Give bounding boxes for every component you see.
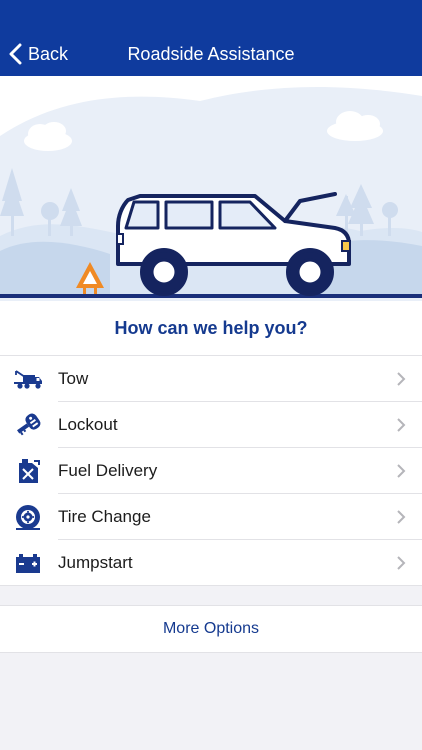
assistance-options-card: How can we help you? Tow Lockout Fuel De… (0, 301, 422, 586)
fuel-can-icon (12, 455, 44, 487)
option-lockout[interactable]: Lockout (0, 402, 422, 448)
tow-truck-icon (12, 363, 44, 395)
option-tire-change[interactable]: Tire Change (0, 494, 422, 540)
car-breakdown-illustration (0, 86, 422, 301)
chevron-right-icon (397, 372, 406, 386)
chevron-right-icon (397, 556, 406, 570)
chevron-right-icon (397, 418, 406, 432)
option-label: Tow (58, 369, 89, 388)
option-jumpstart[interactable]: Jumpstart (0, 540, 422, 586)
tire-icon (12, 501, 44, 533)
option-fuel-delivery[interactable]: Fuel Delivery (0, 448, 422, 494)
chevron-right-icon (397, 464, 406, 478)
navigation-bar: Back Roadside Assistance (0, 0, 422, 76)
option-label: Tire Change (58, 507, 151, 526)
car-key-icon (12, 409, 44, 441)
hero-illustration (0, 76, 422, 301)
more-options-button[interactable]: More Options (0, 605, 422, 653)
option-tow[interactable]: Tow (0, 356, 422, 402)
option-label: Lockout (58, 415, 118, 434)
help-prompt: How can we help you? (0, 301, 422, 356)
battery-icon (12, 547, 44, 579)
chevron-right-icon (397, 510, 406, 524)
page-title: Roadside Assistance (127, 44, 295, 64)
option-label: Fuel Delivery (58, 461, 158, 480)
option-label: Jumpstart (58, 553, 133, 572)
